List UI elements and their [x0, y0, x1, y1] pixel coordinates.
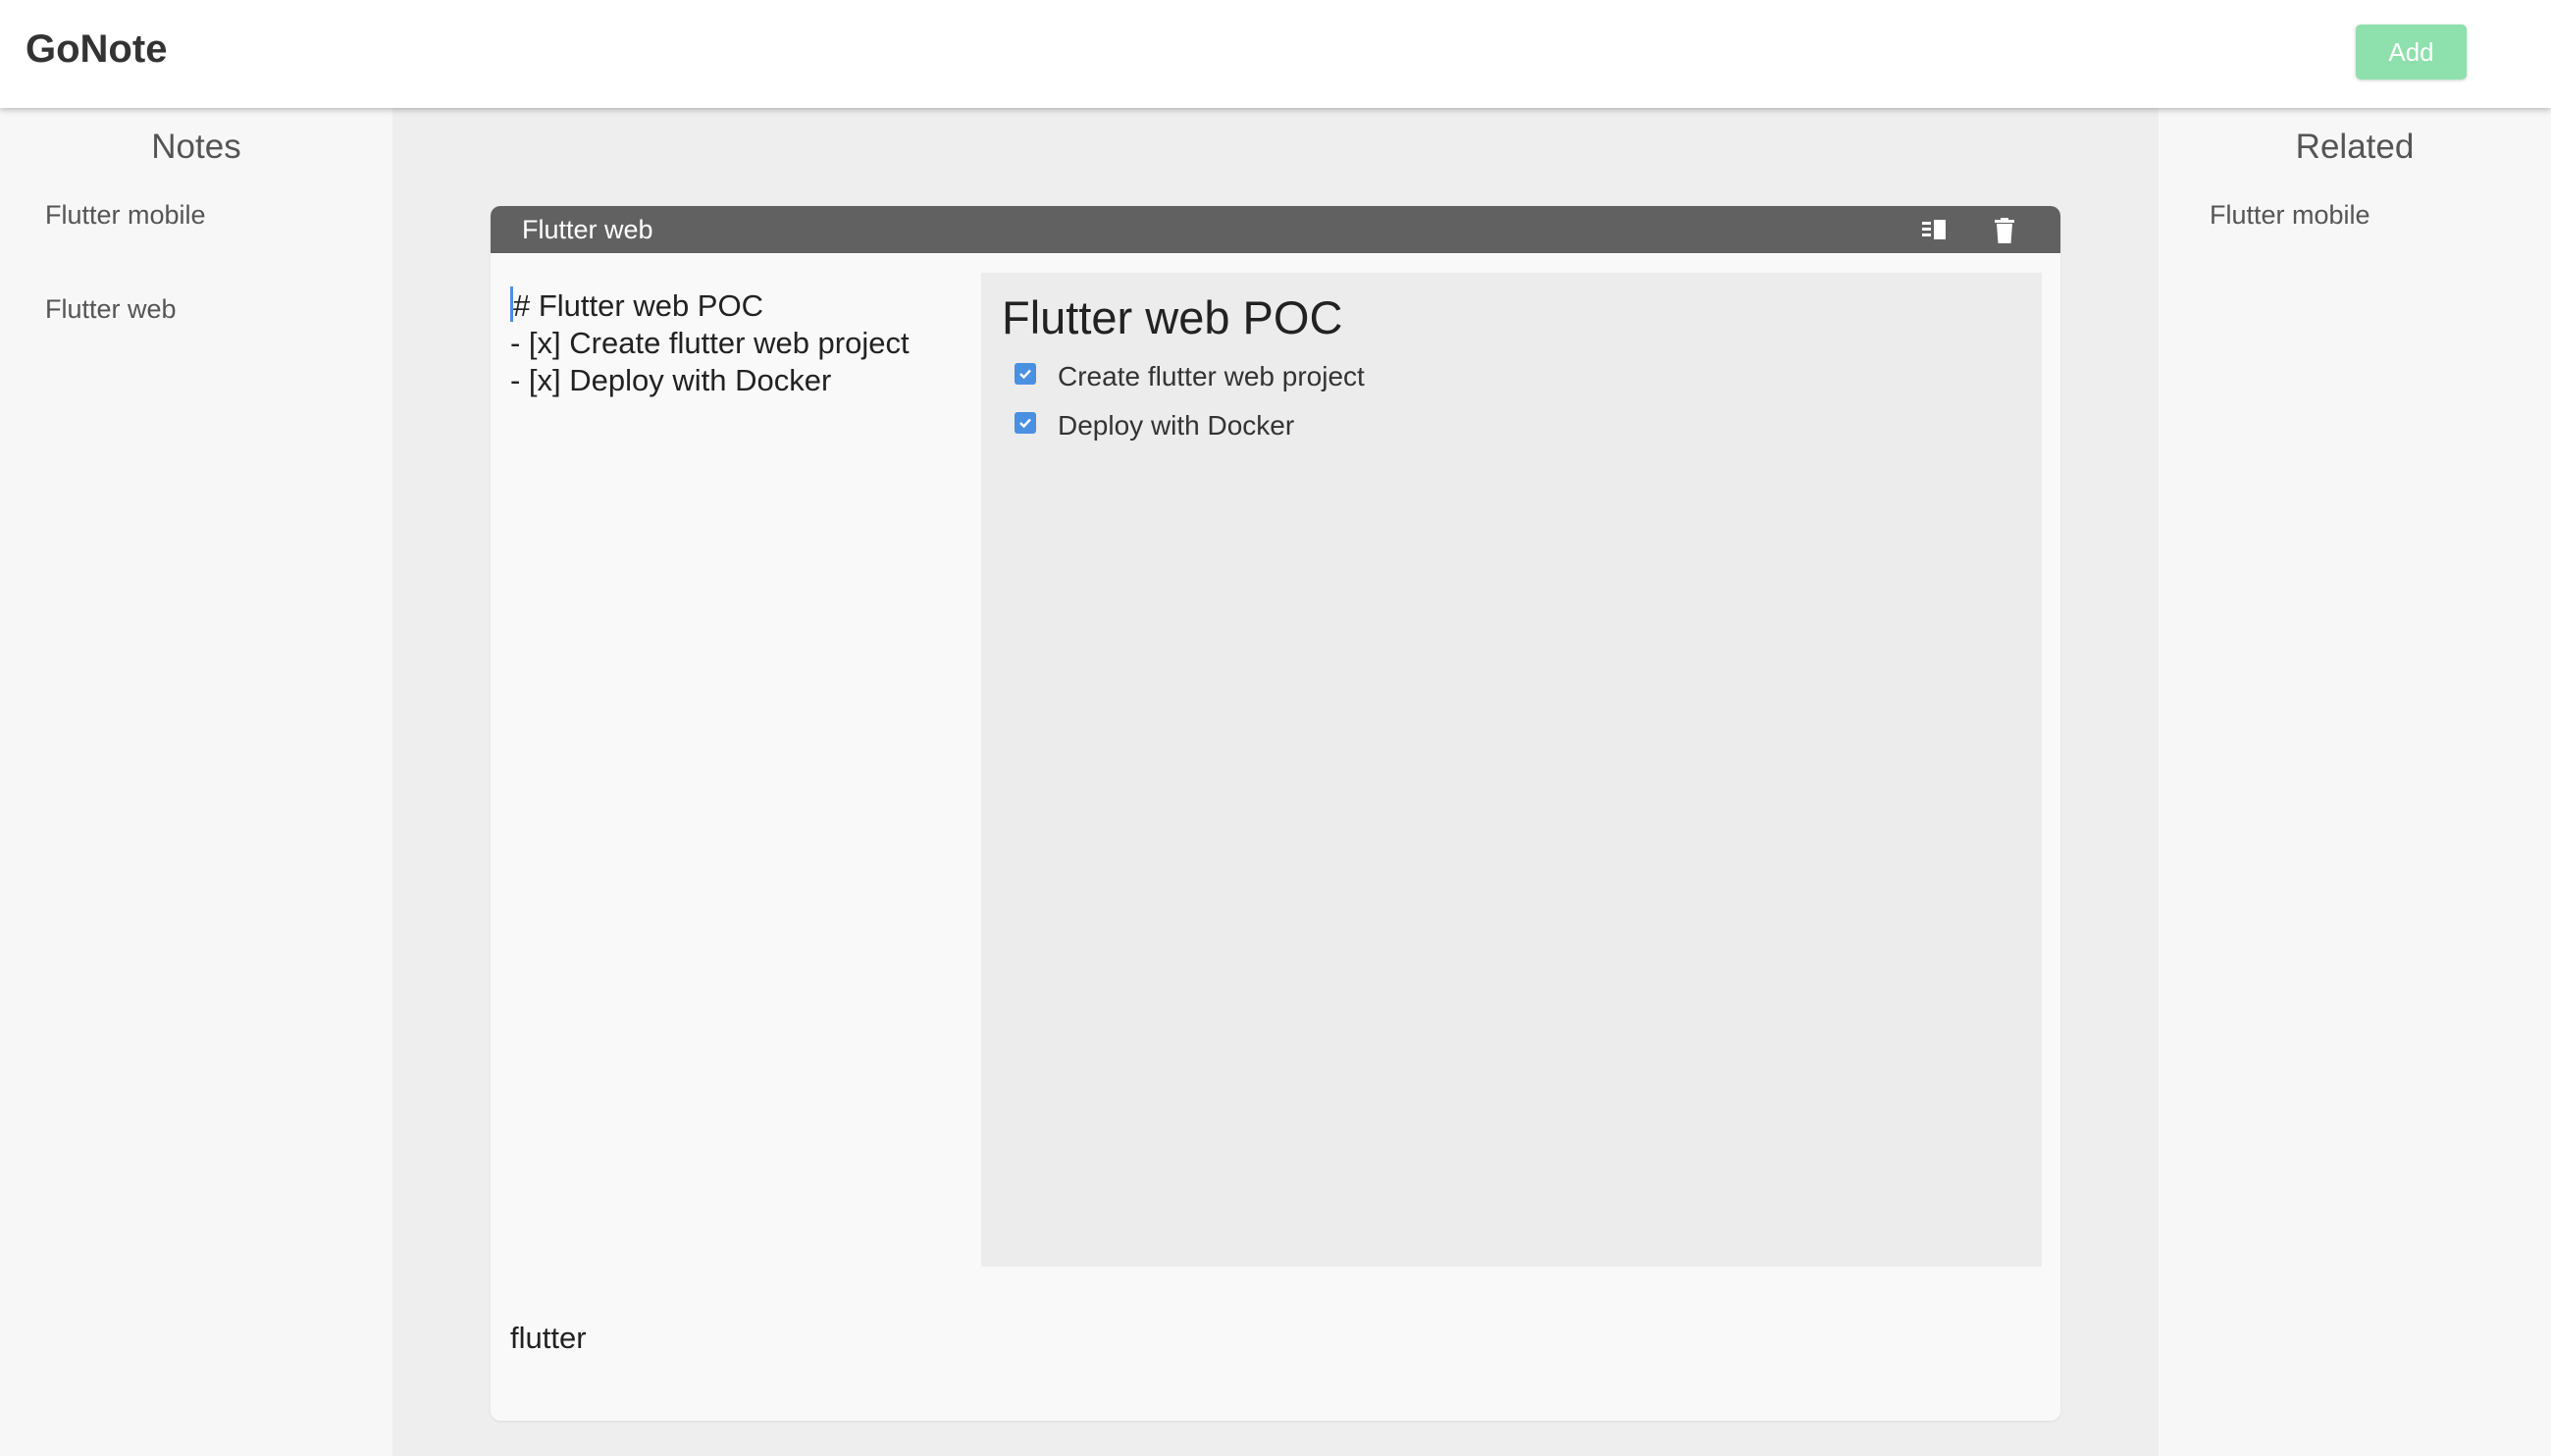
note-card: Flutter web # Flutter web POC - [x] Crea… — [491, 206, 2060, 1421]
task-item: Deploy with Docker — [1015, 408, 1294, 443]
tags-field[interactable]: flutter — [510, 1321, 587, 1356]
top-app-bar: GoNote Add — [0, 0, 2551, 108]
markdown-preview: Flutter web POC Create flutter web proje… — [981, 273, 2042, 1267]
markdown-editor[interactable]: # Flutter web POC - [x] Create flutter w… — [510, 286, 971, 399]
app-root: GoNote Add Notes Flutter mobile Flutter … — [0, 0, 2551, 1456]
note-card-header: Flutter web — [491, 206, 2060, 253]
trash-icon[interactable] — [1992, 218, 2017, 243]
task-item: Create flutter web project — [1015, 359, 1365, 394]
notes-heading: Notes — [151, 128, 241, 166]
task-label: Deploy with Docker — [1058, 410, 1295, 441]
related-heading: Related — [2295, 128, 2415, 166]
add-note-button[interactable]: Add — [2356, 25, 2467, 79]
app-title: GoNote — [26, 27, 168, 71]
note-list-item[interactable]: Flutter web — [45, 294, 177, 325]
related-sidebar: Related Flutter mobile — [2159, 108, 2551, 1456]
notes-sidebar: Notes Flutter mobile Flutter web — [0, 108, 392, 1456]
editor-line: - [x] Deploy with Docker — [510, 363, 832, 397]
checkbox-checked-icon[interactable] — [1015, 363, 1036, 385]
editor-line: - [x] Create flutter web project — [510, 326, 910, 360]
split-view-icon[interactable] — [1921, 218, 1947, 243]
task-label: Create flutter web project — [1058, 361, 1365, 391]
note-title: Flutter web — [522, 215, 653, 244]
note-list-item[interactable]: Flutter mobile — [45, 200, 206, 231]
checkbox-checked-icon[interactable] — [1015, 412, 1036, 434]
related-list-item[interactable]: Flutter mobile — [2210, 200, 2370, 231]
preview-heading: Flutter web POC — [1002, 291, 1343, 343]
editor-line: # Flutter web POC — [510, 286, 971, 325]
